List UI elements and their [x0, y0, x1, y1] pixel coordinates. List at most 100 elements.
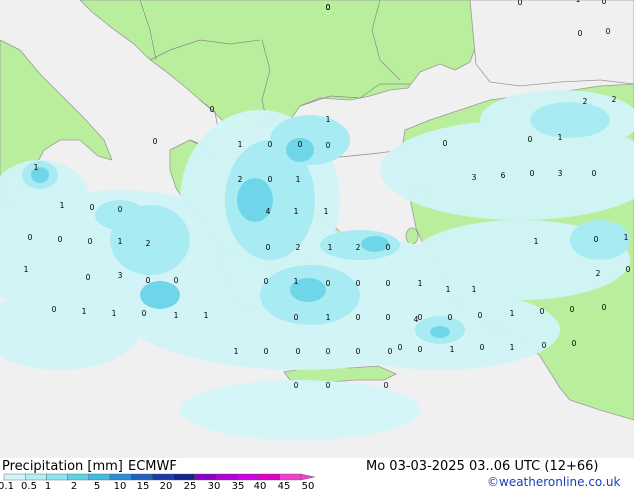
- station-value: 1: [112, 309, 117, 318]
- station-value: 0: [592, 169, 597, 178]
- legend-colorbar: [3, 473, 315, 481]
- station-value: 1: [204, 311, 209, 320]
- station-value: 0: [86, 273, 91, 282]
- station-value: 0: [142, 309, 147, 318]
- station-value: 0: [326, 279, 331, 288]
- station-value: 1: [234, 347, 239, 356]
- station-value: 2: [356, 243, 361, 252]
- station-value: 2: [596, 269, 601, 278]
- legend-label: 50: [302, 481, 315, 490]
- station-value: 2: [146, 239, 151, 248]
- station-value: 0: [356, 279, 361, 288]
- station-value: 0: [264, 277, 269, 286]
- station-value: 1: [294, 207, 299, 216]
- station-value: 0: [386, 243, 391, 252]
- station-value: 1: [326, 313, 331, 322]
- legend-label: 10: [114, 481, 127, 490]
- station-value: 2: [612, 95, 617, 104]
- map-title: Precipitation [mm]: [2, 459, 123, 474]
- island-chios: [405, 227, 419, 245]
- legend-label: 2: [71, 481, 77, 490]
- station-value: 0: [518, 0, 523, 7]
- legend-swatch: [109, 473, 132, 481]
- station-value: 0: [118, 205, 123, 214]
- station-value: 0: [578, 29, 583, 38]
- station-value: 2: [238, 175, 243, 184]
- black-sea: [469, 0, 634, 87]
- station-value: 1: [324, 207, 329, 216]
- station-value: 0: [153, 137, 158, 146]
- station-value: 0: [626, 265, 631, 274]
- footer: Precipitation [mm] ECMWF Mo 03-03-2025 0…: [0, 458, 634, 490]
- station-value: 1: [510, 343, 515, 352]
- station-value: 0: [384, 381, 389, 390]
- station-value: 2: [583, 97, 588, 106]
- station-value: 0: [326, 141, 331, 150]
- legend-label: 5: [94, 481, 100, 490]
- model-name: ECMWF: [128, 459, 177, 474]
- station-value: 0: [210, 105, 215, 114]
- station-value: 0: [448, 313, 453, 322]
- station-value: 4: [414, 315, 419, 324]
- station-value: 0: [572, 339, 577, 348]
- legend-label: 40: [254, 481, 267, 490]
- station-value: 0: [570, 305, 575, 314]
- legend-label: 45: [278, 481, 291, 490]
- station-value: 0: [90, 203, 95, 212]
- legend-swatch: [46, 473, 68, 481]
- station-value: 3: [558, 169, 563, 178]
- legend-swatch: [130, 473, 153, 481]
- legend-swatch: [258, 473, 280, 481]
- legend-label: 0.1: [0, 481, 14, 490]
- legend-label: 0.5: [21, 481, 37, 490]
- station-value: 1: [446, 285, 451, 294]
- station-value: 1: [118, 237, 123, 246]
- legend-label: 1: [45, 481, 51, 490]
- station-value: 0: [478, 311, 483, 320]
- station-value: 0: [326, 381, 331, 390]
- station-value: 3: [118, 271, 123, 280]
- station-value: 1: [328, 243, 333, 252]
- legend-label: 25: [184, 481, 197, 490]
- station-value: 0: [146, 276, 151, 285]
- station-value: 0: [530, 169, 535, 178]
- legend-label: 35: [232, 481, 245, 490]
- station-value: 0: [28, 233, 33, 242]
- station-value: 0: [418, 345, 423, 354]
- station-value: 0: [294, 313, 299, 322]
- station-value: 1: [24, 265, 29, 274]
- station-value: 1: [34, 163, 39, 172]
- station-value: 1: [326, 115, 331, 124]
- station-value: 0: [326, 3, 331, 12]
- legend-swatch: [152, 473, 174, 481]
- station-value: 0: [356, 347, 361, 356]
- station-value: 4: [266, 207, 271, 216]
- station-value: 0: [174, 276, 179, 285]
- legend-swatch: [88, 473, 111, 481]
- station-value: 0: [606, 27, 611, 36]
- legend-overflow-arrow: [300, 473, 315, 481]
- station-value: 0: [296, 347, 301, 356]
- station-value: 0: [386, 279, 391, 288]
- station-value: 0: [58, 235, 63, 244]
- legend-label: 30: [208, 481, 221, 490]
- precipitation-map: 0 0 1 0 0 0 0 2 2 0 1 0 0 1 0 0 0 1 0 3 0 6 3 1 2 0 1 1 4 1 1 0 0 0 0 2 1 0 0 2…: [0, 0, 634, 458]
- station-value: 0: [88, 237, 93, 246]
- legend-swatch: [25, 473, 47, 481]
- station-value: 0: [602, 0, 607, 6]
- station-value: 1: [510, 309, 515, 318]
- station-value: 0: [540, 307, 545, 316]
- station-value: 0: [542, 341, 547, 350]
- station-value: 0: [388, 347, 393, 356]
- valid-datetime: Mo 03-03-2025 03..06 UTC (12+66): [366, 459, 599, 474]
- station-value: 0: [52, 305, 57, 314]
- station-value: 1: [296, 175, 301, 184]
- station-value: 1: [60, 201, 65, 210]
- station-value: 1: [450, 345, 455, 354]
- station-value: 1: [624, 233, 629, 242]
- station-value: 1: [418, 279, 423, 288]
- credit-link[interactable]: ©weatheronline.co.uk: [487, 475, 620, 489]
- station-value: 1: [294, 277, 299, 286]
- station-value: 2: [296, 243, 301, 252]
- station-value: 0: [268, 175, 273, 184]
